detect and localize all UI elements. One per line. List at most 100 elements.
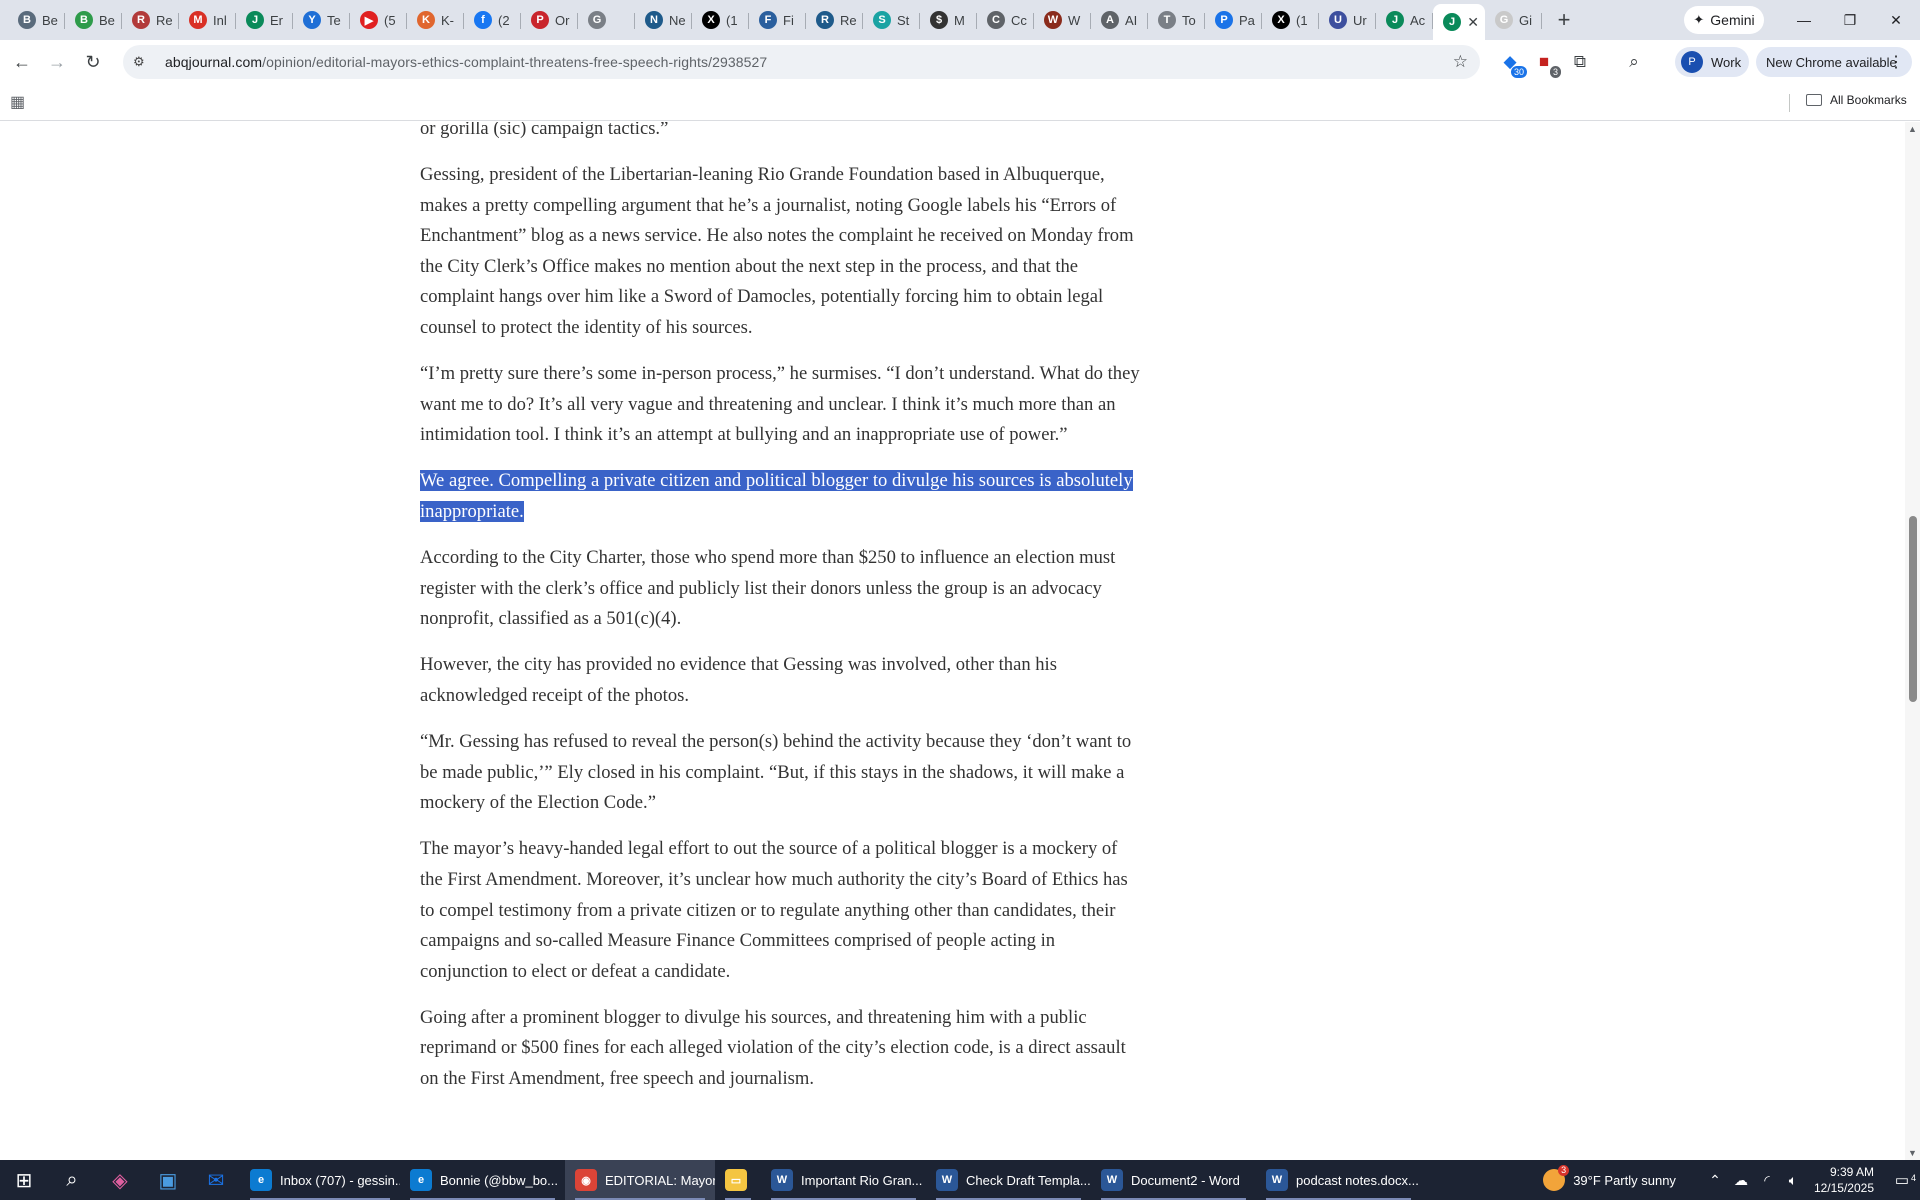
profile-label: Work — [1711, 54, 1742, 70]
tab[interactable]: Y Te — [293, 4, 350, 36]
remote-desktop-icon[interactable]: ▣ — [144, 1160, 192, 1200]
weather-sun-icon: 3 — [1543, 1165, 1570, 1191]
close-window-button[interactable]: ✕ — [1873, 0, 1919, 40]
tab[interactable]: S St — [863, 4, 920, 36]
close-tab-icon[interactable]: ✕ — [1467, 14, 1479, 31]
tab[interactable]: F Fi — [749, 4, 806, 36]
clock[interactable]: 9:39 AM 12/15/2025 — [1814, 1164, 1874, 1196]
taskbar-app-label: Important Rio Gran... — [801, 1172, 923, 1188]
taskbar-app[interactable]: e Inbox (707) - gessin... — [240, 1160, 400, 1200]
extension-1-badge: 30 — [1510, 66, 1527, 78]
taskbar-app[interactable]: ▭ — [715, 1160, 761, 1200]
tab[interactable]: U Ur — [1319, 4, 1376, 36]
gemini-label: Gemini — [1710, 12, 1755, 28]
tab[interactable]: T To — [1148, 4, 1205, 36]
tab[interactable]: P Or — [521, 4, 578, 36]
tab[interactable]: N Ne — [635, 4, 692, 36]
tab[interactable]: G Gi — [1485, 4, 1542, 36]
tab[interactable]: B Be — [8, 4, 65, 36]
reload-button[interactable]: ↻ — [77, 46, 109, 78]
apps-grid-icon[interactable]: ▦ — [10, 92, 25, 112]
address-bar[interactable]: ⚙ abqjournal.com/opinion/editorial-mayor… — [123, 45, 1480, 79]
browser-toolbar: ← → ↻ ⚙ abqjournal.com/opinion/editorial… — [0, 40, 1920, 84]
tab-active[interactable]: J ✕ — [1433, 4, 1485, 40]
tab-title: Be — [42, 12, 58, 28]
restore-button[interactable]: ❐ — [1827, 0, 1873, 40]
tab-title: Inl — [213, 12, 227, 28]
new-tab-button[interactable]: + — [1548, 4, 1580, 36]
tab[interactable]: J Ac — [1376, 4, 1433, 36]
tab[interactable]: R Re — [806, 4, 863, 36]
tab[interactable]: ▶ (5 — [350, 4, 407, 36]
all-bookmarks-button[interactable]: All Bookmarks — [1806, 93, 1907, 107]
gemini-button[interactable]: ✦ Gemini — [1684, 6, 1764, 34]
scroll-down-arrow-icon[interactable]: ▼ — [1908, 1148, 1917, 1158]
extension-2-icon: ■ — [1538, 52, 1550, 71]
taskbar-app-icon: e — [250, 1169, 272, 1191]
scroll-up-arrow-icon[interactable]: ▲ — [1908, 124, 1917, 134]
weather-badge: 3 — [1558, 1165, 1570, 1176]
tab-favicon-icon: X — [1272, 11, 1290, 29]
article-paragraph: The mayor’s heavy-handed legal effort to… — [420, 838, 1128, 982]
tab[interactable]: C Cc — [977, 4, 1034, 36]
article-paragraph-highlighted: We agree. Compelling a private citizen a… — [420, 466, 1140, 527]
tab-favicon-icon: S — [873, 11, 891, 29]
extensions-puzzle-icon[interactable]: ⧉ — [1566, 48, 1594, 76]
taskbar-app[interactable]: W Document2 - Word — [1091, 1160, 1256, 1200]
bookmark-star-icon[interactable]: ☆ — [1453, 52, 1468, 72]
forward-button[interactable]: → — [41, 46, 73, 78]
tab[interactable]: X (1 — [692, 4, 749, 36]
site-info-icon[interactable]: ⚙ — [133, 54, 153, 70]
onedrive-cloud-icon[interactable]: ☁ — [1728, 1172, 1754, 1189]
extension-icon-2[interactable]: ■ 3 — [1530, 48, 1561, 78]
outlook-icon[interactable]: ✉ — [192, 1160, 240, 1200]
tab-title: Or — [555, 12, 570, 28]
tab[interactable]: P Pa — [1205, 4, 1262, 36]
tab-favicon-icon: R — [132, 11, 150, 29]
article-paragraph: Going after a prominent blogger to divul… — [420, 1006, 1126, 1090]
tab[interactable]: M Inl — [179, 4, 236, 36]
tab[interactable]: R Re — [122, 4, 179, 36]
chevron-up-icon[interactable]: ⌃ — [1702, 1172, 1728, 1189]
tab[interactable]: WW — [1034, 4, 1091, 36]
weather-widget[interactable]: 3 39°F Partly sunny — [1543, 1165, 1676, 1191]
tab-search-icon[interactable]: ⌕ — [1620, 48, 1648, 76]
tab[interactable]: $ M — [920, 4, 977, 36]
profile-button[interactable]: P Work — [1675, 47, 1749, 77]
taskbar-app-icon: W — [1266, 1169, 1288, 1191]
tab[interactable]: G — [578, 4, 635, 36]
chrome-update-button[interactable]: New Chrome available ⋮ — [1756, 47, 1912, 77]
taskbar-app[interactable]: e Bonnie (@bbw_bo... — [400, 1160, 565, 1200]
windows-start-icon[interactable]: ⊞ — [0, 1160, 48, 1200]
tab-favicon-icon: B — [75, 11, 93, 29]
menu-dots-icon[interactable]: ⋮ — [1888, 52, 1904, 72]
scroll-thumb[interactable] — [1909, 516, 1917, 702]
tab-favicon-icon: G — [1495, 11, 1513, 29]
url-text[interactable]: abqjournal.com/opinion/editorial-mayors-… — [165, 54, 767, 70]
tab[interactable]: K K- — [407, 4, 464, 36]
taskbar-app[interactable]: W Check Draft Templa... — [926, 1160, 1091, 1200]
minimize-button[interactable]: — — [1781, 0, 1827, 40]
tab[interactable]: B Be — [65, 4, 122, 36]
tab-title: K- — [441, 12, 454, 28]
tab[interactable]: J Er — [236, 4, 293, 36]
tab-favicon-icon: T — [1158, 11, 1176, 29]
back-button[interactable]: ← — [6, 46, 38, 78]
copilot-icon[interactable]: ◈ — [96, 1160, 144, 1200]
notification-icon[interactable]: ▭ 4 — [1884, 1171, 1920, 1189]
notification-count: 4 — [1910, 1173, 1916, 1183]
tab[interactable]: f (2 — [464, 4, 521, 36]
page-scrollbar[interactable]: ▲ ▼ — [1905, 122, 1920, 1160]
taskbar-app[interactable]: Wpodcast notes.docx... — [1256, 1160, 1421, 1200]
tab-title: St — [897, 12, 910, 28]
taskbar-app-label: Bonnie (@bbw_bo... — [440, 1172, 558, 1188]
tab[interactable]: X (1 — [1262, 4, 1319, 36]
taskbar-app[interactable]: ◉ EDITORIAL: Mayor's... — [565, 1160, 715, 1200]
search-icon[interactable]: ⌕ — [48, 1160, 96, 1200]
extension-icon-1[interactable]: ◆ 30 — [1496, 48, 1527, 78]
taskbar-app[interactable]: W Important Rio Gran... — [761, 1160, 926, 1200]
volume-icon[interactable]: 🔈︎ — [1780, 1172, 1806, 1189]
tab[interactable]: A AI — [1091, 4, 1148, 36]
tab-title: Er — [270, 12, 283, 28]
wifi-icon[interactable]: ◜ — [1754, 1172, 1780, 1189]
